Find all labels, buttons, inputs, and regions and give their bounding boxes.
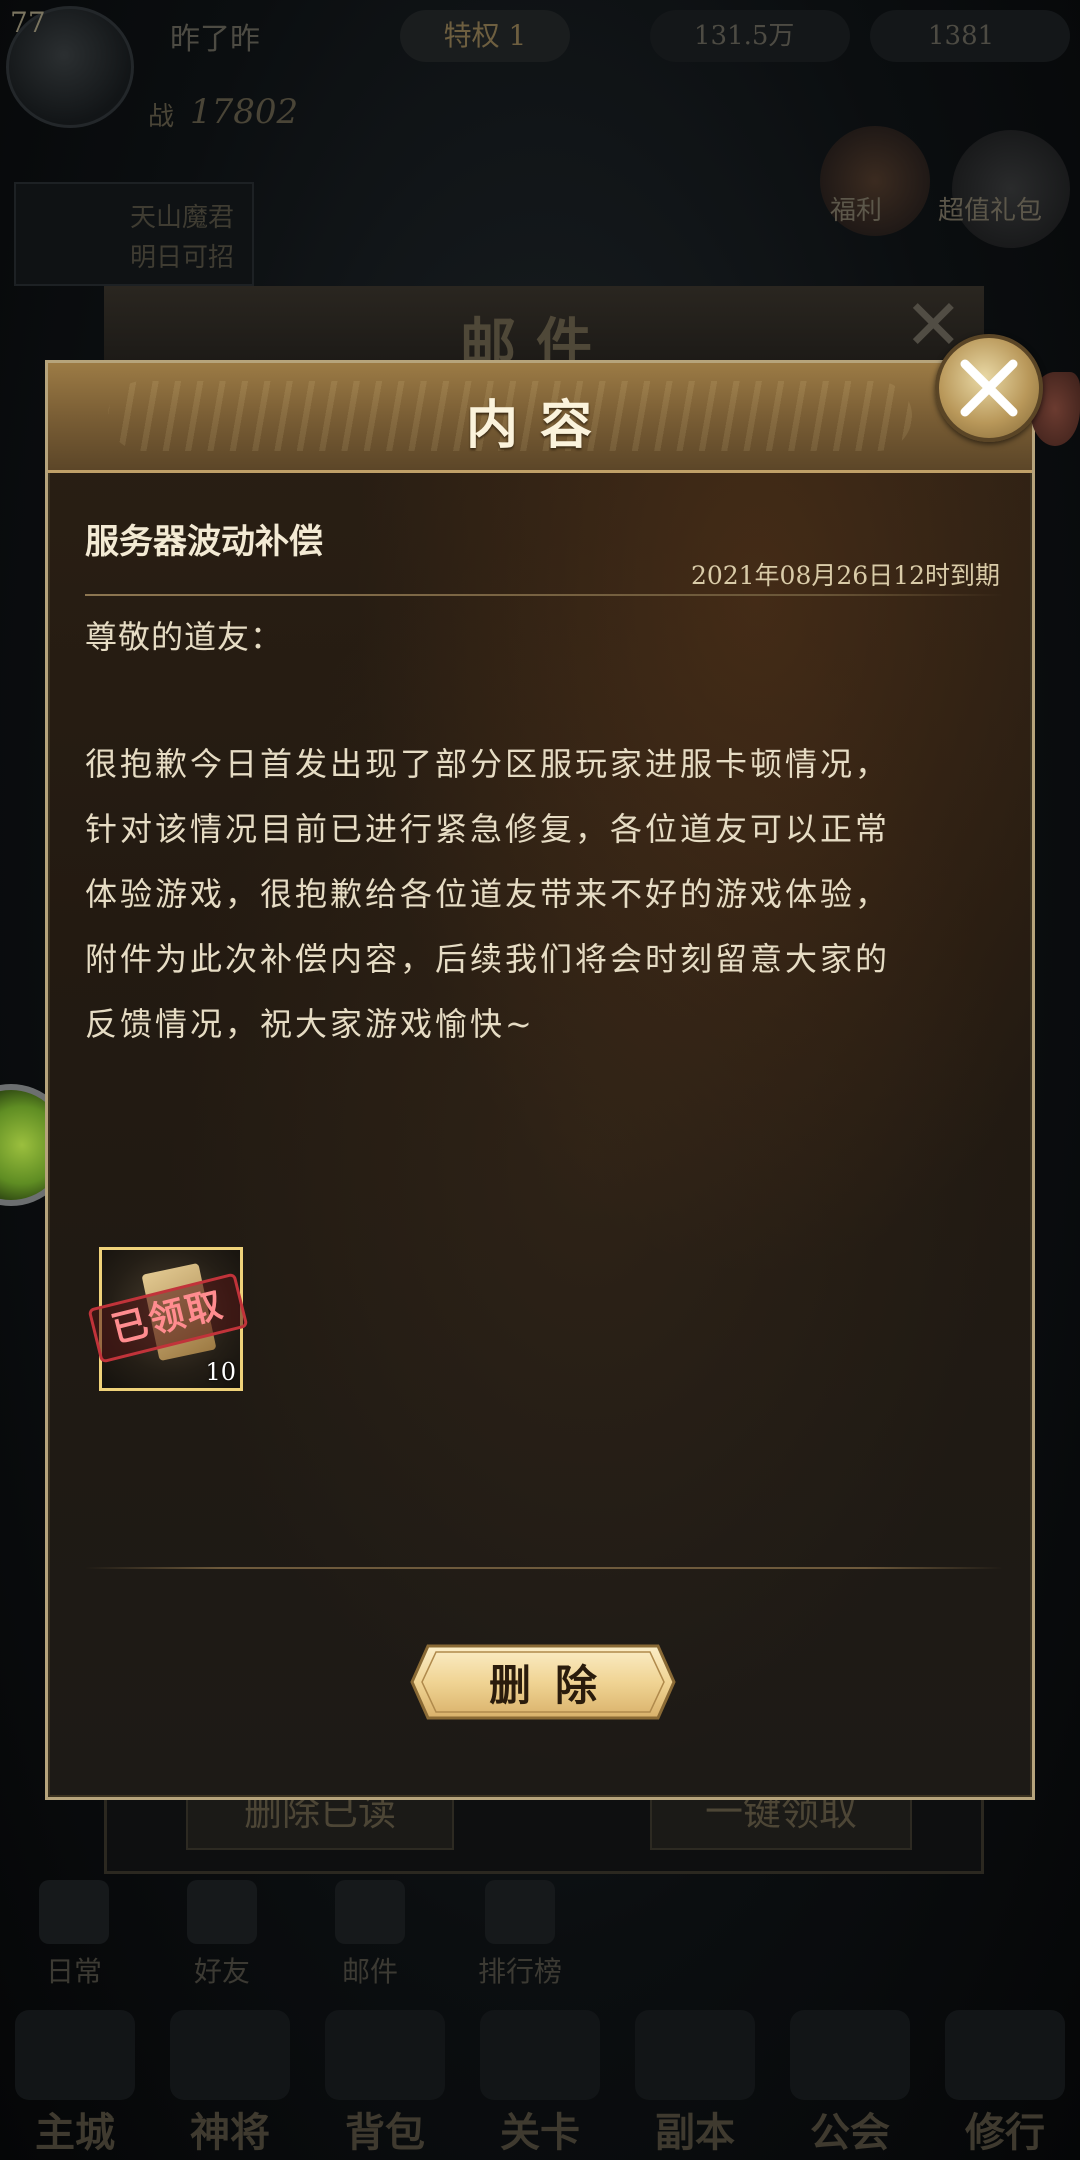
nav-label: 公会 [810, 2109, 890, 2156]
nav-label: 主城 [35, 2109, 115, 2156]
attachment-item[interactable]: 已领取 10 [87, 1247, 249, 1391]
gift-pack-button [952, 130, 1070, 248]
bag-icon [325, 2010, 445, 2100]
nav-cultivation: 修行 [930, 2010, 1080, 2160]
ranking-icon [485, 1880, 555, 1944]
nav-bag: 背包 [310, 2010, 460, 2160]
gem-currency: 1381 [870, 10, 1070, 62]
attachment-count: 10 [205, 1358, 236, 1386]
tab-daily: 日常 [14, 1880, 134, 1990]
nav-dungeon: 副本 [620, 2010, 770, 2160]
tab-mail: 邮件 [310, 1880, 430, 1990]
power-value: 17802 [190, 92, 299, 132]
nav-label: 背包 [345, 2109, 425, 2156]
cultivation-icon [945, 2010, 1065, 2100]
player-name: 昨了昨 [170, 22, 260, 57]
tab-label: 好友 [193, 1955, 250, 1988]
mail-body: 很抱歉今日首发出现了部分区服玩家进服卡顿情况， 针对该情况目前已进行紧急修复，各… [85, 732, 1005, 1057]
mail-icon [335, 1880, 405, 1944]
tab-label: 日常 [45, 1955, 102, 1988]
nav-label: 修行 [965, 2109, 1045, 2156]
nav-label: 关卡 [500, 2109, 580, 2156]
mail-body-line: 很抱歉今日首发出现了部分区服玩家进服卡顿情况， [85, 745, 891, 783]
heroes-icon [170, 2010, 290, 2100]
dungeon-icon [635, 2010, 755, 2100]
bottom-navigation: 主城 神将 背包 关卡 副本 公会 修行 [0, 2010, 1080, 2160]
delete-button[interactable]: 删除 [408, 1642, 678, 1722]
mail-greeting: 尊敬的道友： [85, 618, 284, 656]
guild-icon [790, 2010, 910, 2100]
mail-body-line: 附件为此次补偿内容，后续我们将会时刻留意大家的 [85, 940, 891, 978]
mail-body-line: 体验游戏，很抱歉给各位道友带来不好的游戏体验， [85, 875, 891, 913]
mail-body-line: 反馈情况，祝大家游戏愉快~ [85, 1005, 535, 1043]
hero-name: 天山魔君 [130, 203, 235, 233]
tab-label: 排行榜 [477, 1955, 562, 1988]
dialog-title: 内容 [465, 395, 614, 456]
mail-subject: 服务器波动补偿 [85, 522, 323, 562]
nav-heroes: 神将 [155, 2010, 305, 2160]
main-city-icon [15, 2010, 135, 2100]
gold-currency: 131.5万 [650, 10, 850, 62]
tab-ranking: 排行榜 [460, 1880, 580, 1990]
welfare-label: 福利 [830, 196, 883, 226]
header-divider [85, 594, 1003, 596]
footer-divider [85, 1567, 1003, 1569]
nav-guild: 公会 [775, 2010, 925, 2160]
shortcut-tabs: 日常 好友 邮件 排行榜 [0, 1880, 1080, 1990]
gift-pack-label: 超值礼包 [938, 196, 1043, 226]
screen: 77 昨了昨 特权 1 131.5万 1381 战 17802 天山魔君 明日可… [0, 0, 1080, 2160]
nav-stages: 关卡 [465, 2010, 615, 2160]
mail-expiry: 2021年08月26日12时到期 [690, 561, 1000, 590]
vip-badge: 特权 1 [400, 10, 570, 62]
power-label: 战 [148, 102, 175, 132]
hero-card-text: 天山魔君 明日可招 [130, 198, 234, 278]
daily-icon [39, 1880, 109, 1944]
nav-main-city: 主城 [0, 2010, 150, 2160]
stages-icon [480, 2010, 600, 2100]
hero-status: 明日可招 [130, 243, 235, 273]
delete-button-label: 删除 [488, 1661, 621, 1710]
mail-body-line: 针对该情况目前已进行紧急修复，各位道友可以正常 [85, 810, 891, 848]
tab-label: 邮件 [341, 1955, 398, 1988]
nav-label: 副本 [655, 2109, 735, 2156]
player-level: 77 [10, 6, 46, 39]
tab-friends: 好友 [162, 1880, 282, 1990]
friends-icon [187, 1880, 257, 1944]
nav-label: 神将 [190, 2109, 270, 2156]
